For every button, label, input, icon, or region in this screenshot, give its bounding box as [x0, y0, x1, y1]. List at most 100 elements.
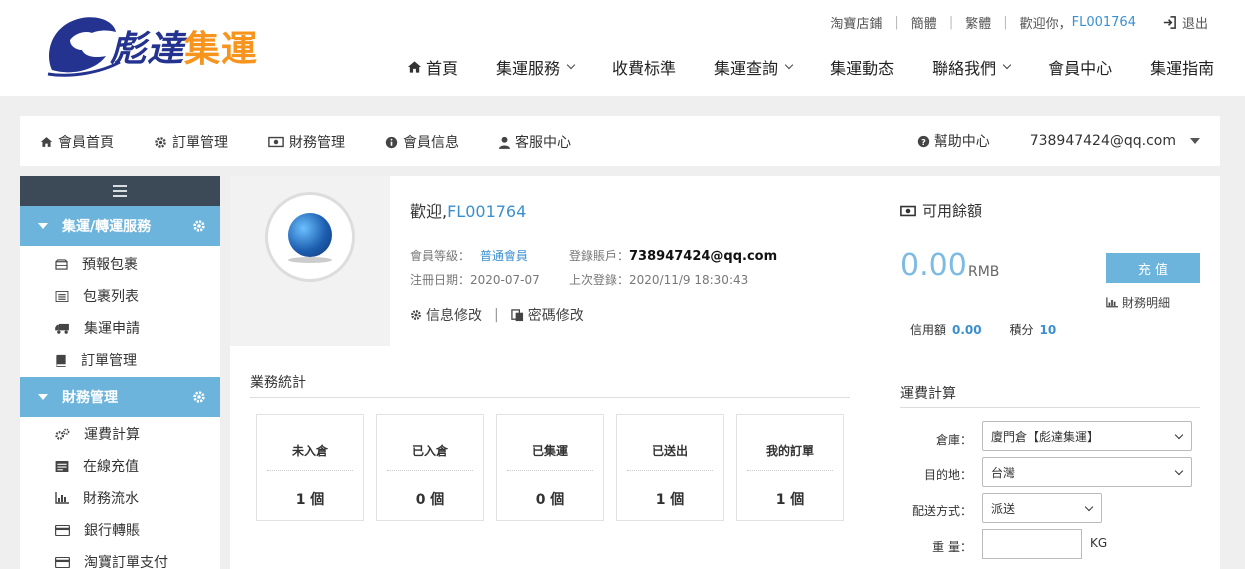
simplified-chinese-link[interactable]: 簡體 [911, 13, 937, 32]
sidebar-item-label: 包裹列表 [83, 289, 139, 305]
subnav-label: 財務管理 [289, 135, 345, 151]
gear-icon [193, 391, 205, 403]
credit-value: 0.00 [952, 323, 982, 337]
sidebar-toggle[interactable] [20, 176, 220, 206]
menu-icon [113, 185, 127, 197]
nav-label: 集運服務 [496, 59, 561, 78]
logout-button[interactable]: 退出 [1162, 13, 1208, 32]
member-level: 會員等級： 普通會員 [410, 247, 528, 264]
logout-label: 退出 [1181, 17, 1208, 32]
sidebar-item-label: 銀行轉賬 [84, 523, 140, 539]
divider [387, 470, 473, 471]
business-stats-title: 業務統計 [250, 375, 306, 391]
sidebar-item-label: 財務流水 [83, 491, 139, 507]
destination-label: 目的地： [923, 468, 972, 482]
stat-label: 未入倉 [291, 444, 328, 458]
avatar[interactable] [265, 192, 355, 282]
sidebar-item-label: 運費計算 [84, 427, 140, 443]
login-account-label: 登錄賬戶： [569, 249, 630, 263]
traditional-chinese-link[interactable]: 繁體 [965, 13, 991, 32]
warehouse-value: 廈門倉【彪達集運】 [991, 429, 1100, 444]
shipping-method-select[interactable]: 派送 [982, 493, 1102, 523]
taobao-store-link[interactable]: 淘寶店鋪 [830, 13, 882, 32]
money-icon [268, 136, 284, 148]
account-dropdown[interactable]: 738947424@qq.com [1030, 133, 1200, 149]
nav-member-center[interactable]: 會員中心 [1029, 56, 1131, 78]
stat-box-not-in-warehouse[interactable]: 未入倉 1 個 [256, 414, 364, 521]
card-list-icon [55, 460, 69, 472]
divider: | [1003, 15, 1008, 30]
sidebar-item-shipping-calculator[interactable]: 運費計算 [20, 418, 220, 450]
sidebar-section-finance[interactable]: 財務管理 [20, 377, 220, 417]
stat-box-in-warehouse[interactable]: 已入倉 0 個 [376, 414, 484, 521]
sign-out-icon [1163, 16, 1176, 29]
login-account: 登錄賬戶：738947424@qq.com [569, 247, 777, 264]
subnav-order-management[interactable]: 訂單管理 [154, 132, 228, 152]
stat-value: 1 個 [775, 492, 805, 508]
subnav-member-info[interactable]: 會員信息 [385, 132, 459, 152]
stat-label: 已入倉 [411, 444, 448, 458]
finance-detail-link[interactable]: 財務明細 [1106, 294, 1170, 311]
nav-shipping-services[interactable]: 集運服務 [477, 56, 593, 78]
stat-box-my-orders[interactable]: 我的訂單 1 個 [736, 414, 844, 521]
sidebar-item-taobao-payment[interactable]: 淘寶訂單支付 [20, 546, 220, 569]
profile-actions: 信息修改 | 密碼修改 [410, 305, 584, 325]
stat-box-shipped[interactable]: 已送出 1 個 [616, 414, 724, 521]
member-level-value: 普通會員 [479, 249, 528, 263]
help-center-link[interactable]: ? 幫助中心 [917, 131, 990, 151]
sidebar-section-shipping[interactable]: 集運/轉運服務 [20, 206, 220, 246]
list-icon [55, 290, 69, 302]
nav-pricing[interactable]: 收費标準 [593, 56, 695, 78]
warehouse-select[interactable]: 廈門倉【彪達集運】 [982, 421, 1192, 451]
sidebar-item-shipping-application[interactable]: 集運申請 [20, 312, 220, 344]
sidebar-item-online-recharge[interactable]: 在線充值 [20, 450, 220, 482]
sidebar-item-order-management[interactable]: 訂單管理 [20, 344, 220, 376]
book-icon [55, 354, 66, 367]
edit-info-label: 信息修改 [426, 308, 482, 324]
user-id-link[interactable]: FL001764 [1072, 15, 1136, 30]
stat-value: 1 個 [655, 492, 685, 508]
nav-tracking[interactable]: 集運查詢 [695, 56, 811, 78]
sidebar-item-bank-transfer[interactable]: 銀行轉賬 [20, 514, 220, 546]
main-nav: 首頁 集運服務 收費标準 集運查詢 集運動态 聯絡我們 會員中心 集運指南 [388, 56, 1233, 78]
home-icon [407, 61, 422, 73]
sidebar-item-forecast-package[interactable]: 預報包裹 [20, 248, 220, 280]
credit-label: 信用額 [910, 323, 947, 337]
subnav-finance[interactable]: 財務管理 [268, 132, 345, 152]
nav-guide[interactable]: 集運指南 [1131, 56, 1233, 78]
recharge-button[interactable]: 充 值 [1106, 253, 1200, 283]
nav-label: 集運動态 [830, 59, 895, 78]
weight-label: 重 量： [932, 540, 972, 554]
sidebar-item-package-list[interactable]: 包裹列表 [20, 280, 220, 312]
stat-box-consolidated[interactable]: 已集運 0 個 [496, 414, 604, 521]
stat-value: 0 個 [415, 492, 445, 508]
nav-label: 會員中心 [1048, 59, 1113, 78]
welcome-heading: 歡迎,FL001764 [410, 198, 526, 222]
site-logo[interactable]: 彪達集運 [42, 12, 282, 78]
gear-icon [193, 220, 205, 232]
stat-label: 已集運 [531, 444, 568, 458]
divider: | [948, 15, 954, 30]
divider: | [894, 15, 899, 30]
edit-password-link[interactable]: 密碼修改 [510, 305, 584, 325]
member-subnav: 會員首頁 訂單管理 財務管理 會員信息 客服中心 ? 幫助中心 73894742… [20, 116, 1220, 166]
sidebar-item-finance-flow[interactable]: 財務流水 [20, 482, 220, 514]
nav-news[interactable]: 集運動态 [811, 56, 913, 78]
user-id: FL001764 [447, 202, 527, 221]
subnav-member-home[interactable]: 會員首頁 [40, 132, 114, 152]
logo-text-suffix: 集運 [184, 29, 259, 70]
stat-label: 已送出 [651, 444, 688, 458]
caret-down-icon [38, 394, 48, 400]
nav-label: 聯絡我們 [932, 59, 997, 78]
weight-input[interactable] [982, 529, 1082, 559]
stat-label: 我的訂單 [765, 444, 814, 458]
nav-contact[interactable]: 聯絡我們 [913, 56, 1029, 78]
destination-select[interactable]: 台灣 [982, 457, 1192, 487]
finance-detail-label: 財務明細 [1122, 296, 1171, 310]
nav-home[interactable]: 首頁 [388, 56, 477, 78]
subnav-label: 客服中心 [515, 135, 571, 151]
shipping-calc-title: 運費計算 [900, 386, 956, 402]
subnav-right: ? 幫助中心 738947424@qq.com [917, 131, 1200, 151]
subnav-customer-service[interactable]: 客服中心 [499, 132, 571, 152]
edit-info-link[interactable]: 信息修改 [410, 305, 482, 325]
